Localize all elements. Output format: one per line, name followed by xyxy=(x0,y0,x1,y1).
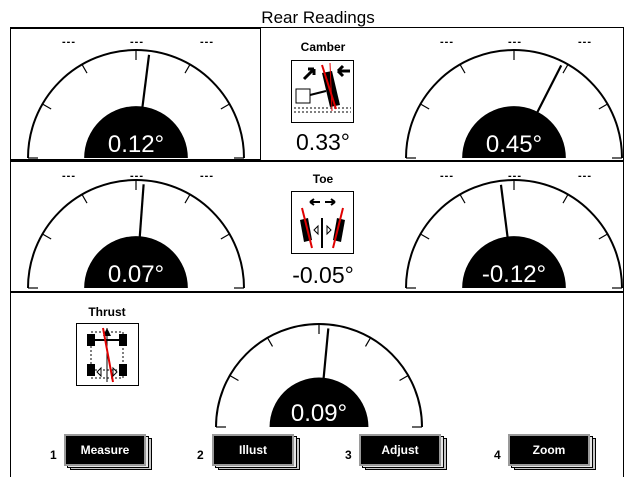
gauge-needle xyxy=(533,64,563,119)
rear-readings-screen: Rear Readings --- --- --- 0.12° Camber 0… xyxy=(0,0,636,477)
gauge-tick xyxy=(220,103,230,110)
illust-button[interactable]: Illust xyxy=(212,434,300,472)
gauge-tick xyxy=(420,233,430,240)
gauge-tick xyxy=(364,337,372,347)
gauge-value-label: 0.45° xyxy=(486,131,542,158)
thrust-gauge: 0.09° xyxy=(214,323,424,428)
gauge-tick xyxy=(81,194,88,204)
camber-label: Camber xyxy=(300,40,346,54)
camber-right-tick-label-1: --- xyxy=(440,36,454,48)
measure-button[interactable]: Measure xyxy=(64,434,152,472)
section-divider-toe-thrust xyxy=(10,291,624,293)
measure-button-label[interactable]: Measure xyxy=(64,434,146,466)
camber-diagram-icon[interactable] xyxy=(291,60,354,123)
camber-right-gauge: 0.45° xyxy=(404,49,624,159)
gauge-tick xyxy=(598,103,608,110)
camber-left-gauge: 0.12° xyxy=(26,49,246,159)
gauge-tick xyxy=(184,194,191,204)
toe-right-gauge: -0.12° xyxy=(404,179,624,289)
gauge-tick xyxy=(42,103,52,110)
zoom-button-label[interactable]: Zoom xyxy=(508,434,590,466)
camber-left-tick-label-2: --- xyxy=(130,36,144,48)
camber-right-tick-label-2: --- xyxy=(508,36,522,48)
camber-left-tick-label-3: --- xyxy=(200,36,214,48)
camber-right-tick-label-3: --- xyxy=(578,36,592,48)
gauge-tick xyxy=(420,103,430,110)
gauge-tick xyxy=(562,64,569,74)
page-title: Rear Readings xyxy=(261,8,375,27)
gauge-tick xyxy=(598,233,608,240)
toe-left-tick-label-3: --- xyxy=(200,170,214,182)
adjust-button-label[interactable]: Adjust xyxy=(359,434,441,466)
fkey-1-number: 1 xyxy=(50,448,57,462)
gauge-tick xyxy=(266,337,274,347)
illust-button-label[interactable]: Illust xyxy=(212,434,294,466)
gauge-tick xyxy=(220,233,230,240)
fkey-2-number: 2 xyxy=(197,448,204,462)
camber-left-tick-label-1: --- xyxy=(62,36,76,48)
toe-diagram-icon[interactable] xyxy=(291,191,354,254)
gauge-tick xyxy=(459,194,466,204)
gauge-value-label: 0.12° xyxy=(108,131,164,158)
toe-left-tick-label-1: --- xyxy=(62,170,76,182)
gauge-needle xyxy=(499,184,510,244)
gauge-needle xyxy=(321,328,330,385)
camber-total-value: 0.33° xyxy=(296,129,350,155)
thrust-label: Thrust xyxy=(88,305,126,319)
gauge-value-label: -0.12° xyxy=(482,261,546,288)
toe-total-value: -0.05° xyxy=(292,262,354,288)
gauge-tick xyxy=(399,374,409,382)
fkey-3-number: 3 xyxy=(345,448,352,462)
gauge-tick xyxy=(81,64,88,74)
adjust-button[interactable]: Adjust xyxy=(359,434,447,472)
toe-right-tick-label-1: --- xyxy=(440,170,454,182)
gauge-needle xyxy=(140,54,151,114)
gauge-value-label: 0.07° xyxy=(108,261,164,288)
toe-right-tick-label-3: --- xyxy=(578,170,592,182)
gauge-tick xyxy=(229,374,239,382)
gauge-tick xyxy=(459,64,466,74)
section-divider-camber-toe xyxy=(10,160,624,162)
zoom-button[interactable]: Zoom xyxy=(508,434,596,472)
gauge-tick xyxy=(562,194,569,204)
gauge-tick xyxy=(42,233,52,240)
gauge-value-label: 0.09° xyxy=(291,400,347,427)
thrust-diagram-icon[interactable] xyxy=(76,323,139,386)
gauge-needle xyxy=(138,184,145,243)
toe-label: Toe xyxy=(312,172,334,186)
toe-left-gauge: 0.07° xyxy=(26,179,246,289)
gauge-tick xyxy=(184,64,191,74)
fkey-4-number: 4 xyxy=(494,448,501,462)
